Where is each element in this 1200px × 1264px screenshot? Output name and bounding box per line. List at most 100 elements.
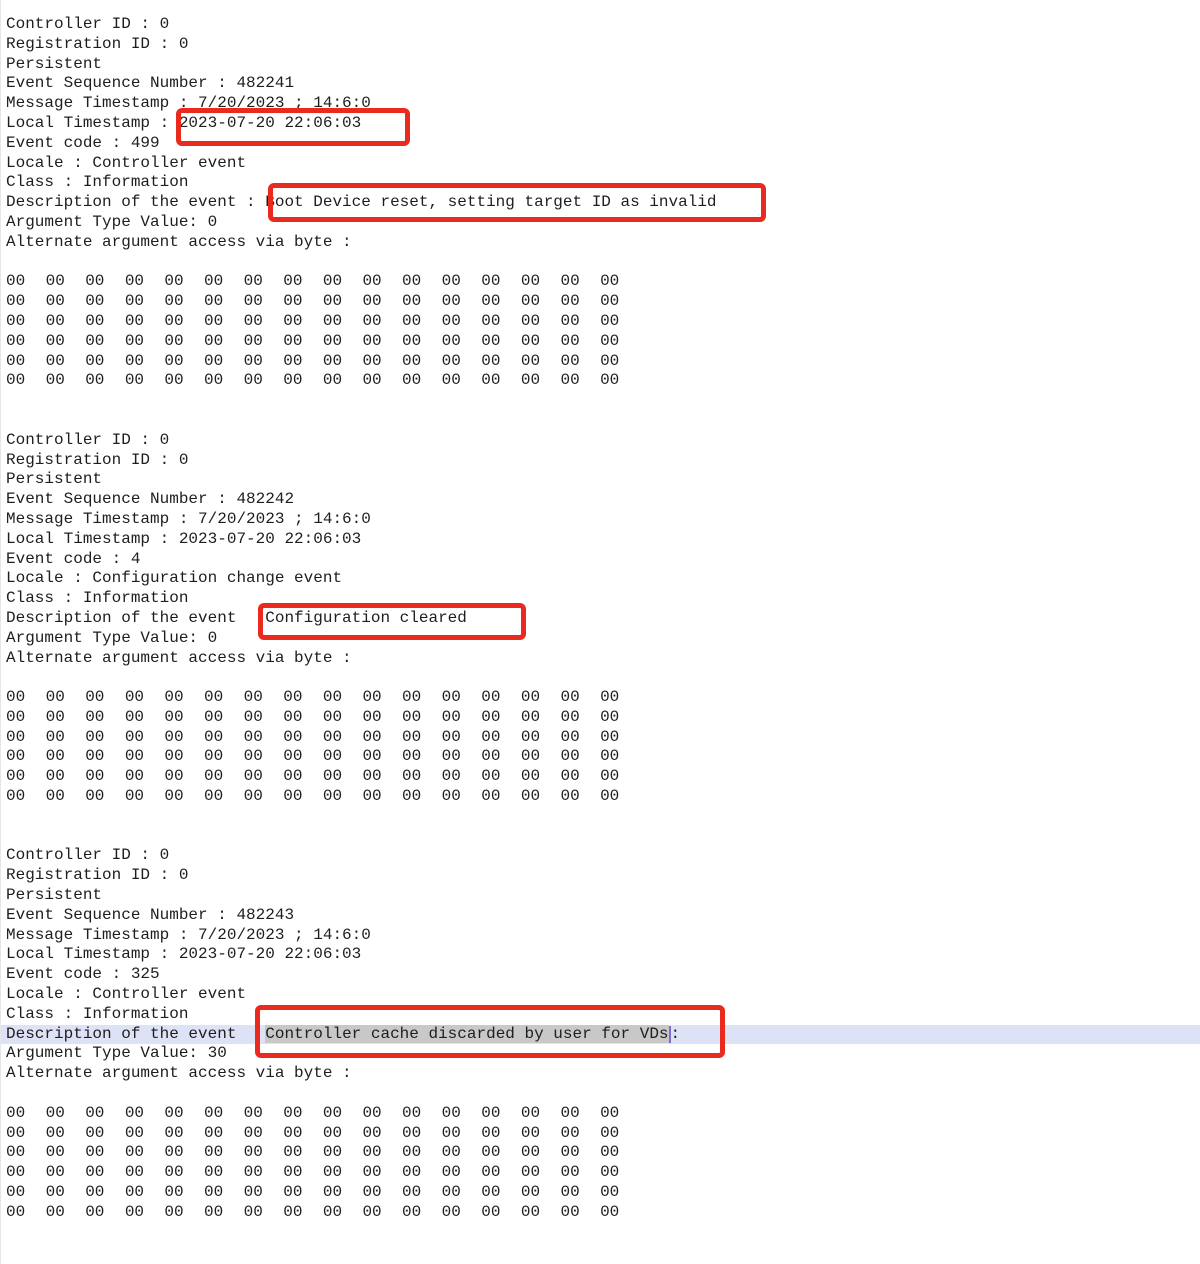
hex-dump-row: 00 00 00 00 00 00 00 00 00 00 00 00 00 0… xyxy=(0,272,1200,292)
log-line-description: Description of the event : Boot Device r… xyxy=(0,193,1200,213)
log-text: Registration ID : 0 xyxy=(6,451,188,469)
log-line-event-code: Event code : 4 xyxy=(0,550,1200,570)
log-text: Local Timestamp : 2023-07-20 22:06:03 xyxy=(6,530,361,548)
log-line-persistent: Persistent xyxy=(0,470,1200,490)
log-line-class: Class : Information xyxy=(0,589,1200,609)
log-line-alternate-argument-access: Alternate argument access via byte : xyxy=(0,1064,1200,1084)
log-text: Description of the event xyxy=(6,1025,265,1043)
pane-left-edge xyxy=(0,0,1,1264)
event-log-entry: Controller ID : 0 Registration ID : 0Pers… xyxy=(0,431,1200,807)
hex-dump-row: 00 00 00 00 00 00 00 00 00 00 00 00 00 0… xyxy=(0,728,1200,748)
hex-dump-row: 00 00 00 00 00 00 00 00 00 00 00 00 00 0… xyxy=(0,708,1200,728)
log-text: Message Timestamp : 7/20/2023 ; 14:6:0 xyxy=(6,926,371,944)
log-line-argument-type-value: Argument Type Value: 0 xyxy=(0,629,1200,649)
log-text: Event code : 499 xyxy=(6,134,160,152)
log-line-argument-type-value: Argument Type Value: 0 xyxy=(0,213,1200,233)
hex-dump-row: 00 00 00 00 00 00 00 00 00 00 00 00 00 0… xyxy=(0,1124,1200,1144)
log-line-locale: Locale : Configuration change event xyxy=(0,569,1200,589)
log-line-locale: Locale : Controller event xyxy=(0,985,1200,1005)
log-line-controller-id: Controller ID : 0 xyxy=(0,846,1200,866)
log-text: Event code : 4 xyxy=(6,550,140,568)
log-line-controller-id: Controller ID : 0 xyxy=(0,431,1200,451)
log-line-message-timestamp: Message Timestamp : 7/20/2023 ; 14:6:0 xyxy=(0,94,1200,114)
hex-dump-row: 00 00 00 00 00 00 00 00 00 00 00 00 00 0… xyxy=(0,312,1200,332)
log-text: Event Sequence Number : 482243 xyxy=(6,906,294,924)
log-text: Event Sequence Number : 482242 xyxy=(6,490,294,508)
log-text: Local Timestamp : 2023-07-20 22:06:03 xyxy=(6,945,361,963)
log-line-persistent: Persistent xyxy=(0,55,1200,75)
log-text: Locale : Controller event xyxy=(6,985,246,1003)
log-line-message-timestamp: Message Timestamp : 7/20/2023 ; 14:6:0 xyxy=(0,510,1200,530)
hex-dump-row: 00 00 00 00 00 00 00 00 00 00 00 00 00 0… xyxy=(0,1143,1200,1163)
log-text: Message Timestamp : 7/20/2023 ; 14:6:0 xyxy=(6,94,371,112)
log-line-local-timestamp: Local Timestamp : 2023-07-20 22:06:03 xyxy=(0,530,1200,550)
log-line-event-sequence-number: Event Sequence Number : 482243 xyxy=(0,906,1200,926)
log-line-locale: Locale : Controller event xyxy=(0,154,1200,174)
hex-dump: 00 00 00 00 00 00 00 00 00 00 00 00 00 0… xyxy=(0,1104,1200,1223)
log-text: Description of the event Configuration c… xyxy=(6,609,467,627)
log-text: Class : Information xyxy=(6,173,188,191)
log-text: Alternate argument access via byte : xyxy=(6,233,352,251)
hex-dump-row: 00 00 00 00 00 00 00 00 00 00 00 00 00 0… xyxy=(0,747,1200,767)
log-text: Argument Type Value: 30 xyxy=(6,1044,227,1062)
log-text: Controller ID : 0 xyxy=(6,15,169,33)
log-text: Local Timestamp : 2023-07-20 22:06:03 xyxy=(6,114,361,132)
hex-dump-row: 00 00 00 00 00 00 00 00 00 00 00 00 00 0… xyxy=(0,767,1200,787)
log-line-alternate-argument-access: Alternate argument access via byte : xyxy=(0,233,1200,253)
log-line-alternate-argument-access: Alternate argument access via byte : xyxy=(0,649,1200,669)
log-line-class: Class : Information xyxy=(0,1005,1200,1025)
log-text: Registration ID : 0 xyxy=(6,35,188,53)
hex-dump: 00 00 00 00 00 00 00 00 00 00 00 00 00 0… xyxy=(0,688,1200,807)
event-log-entry: Controller ID : 0 Registration ID : 0 Pers… xyxy=(0,15,1200,391)
log-text: Description of the event : Boot Device r… xyxy=(6,193,717,211)
log-text: Event Sequence Number : 482241 xyxy=(6,74,294,92)
log-text: Class : Information xyxy=(6,1005,188,1023)
hex-dump-row: 00 00 00 00 00 00 00 00 00 00 00 00 00 0… xyxy=(0,352,1200,372)
hex-dump-row: 00 00 00 00 00 00 00 00 00 00 00 00 00 0… xyxy=(0,1183,1200,1203)
hex-dump-row: 00 00 00 00 00 00 00 00 00 00 00 00 00 0… xyxy=(0,688,1200,708)
log-line-class: Class : Information xyxy=(0,173,1200,193)
log-line-event-code: Event code : 325 xyxy=(0,965,1200,985)
hex-dump: 00 00 00 00 00 00 00 00 00 00 00 00 00 0… xyxy=(0,272,1200,391)
hex-dump-row: 00 00 00 00 00 00 00 00 00 00 00 00 00 0… xyxy=(0,1104,1200,1124)
log-line-description: Description of the event Configuration c… xyxy=(0,609,1200,629)
log-line-message-timestamp: Message Timestamp : 7/20/2023 ; 14:6:0 xyxy=(0,926,1200,946)
log-line-registration-id: Registration ID : 0 xyxy=(0,866,1200,886)
log-line-local-timestamp: Local Timestamp : 2023-07-20 22:06:03 xyxy=(0,114,1200,134)
log-line-argument-type-value: Argument Type Value: 30 xyxy=(0,1044,1200,1064)
log-line-local-timestamp: Local Timestamp : 2023-07-20 22:06:03 xyxy=(0,945,1200,965)
event-log-content[interactable]: Controller ID : 0Registration ID : 0Pers… xyxy=(0,0,1200,1264)
log-text: Controller ID : 0 xyxy=(6,846,169,864)
log-line-event-sequence-number: Event Sequence Number : 482241 xyxy=(0,74,1200,94)
log-text: : xyxy=(671,1025,681,1043)
log-text: Alternate argument access via byte : xyxy=(6,649,352,667)
hex-dump-row: 00 00 00 00 00 00 00 00 00 00 00 00 00 0… xyxy=(0,371,1200,391)
log-line-description: Description of the event Controller cach… xyxy=(0,1025,1200,1045)
log-text: Locale : Controller event xyxy=(6,154,246,172)
hex-dump-row: 00 00 00 00 00 00 00 00 00 00 00 00 00 0… xyxy=(0,1203,1200,1223)
hex-dump-row: 00 00 00 00 00 00 00 00 00 00 00 00 00 0… xyxy=(0,332,1200,352)
log-line-event-code: Event code : 499 xyxy=(0,134,1200,154)
hex-dump-row: 00 00 00 00 00 00 00 00 00 00 00 00 00 0… xyxy=(0,787,1200,807)
log-text: Locale : Configuration change event xyxy=(6,569,342,587)
log-text: Registration ID : 0 xyxy=(6,866,188,884)
log-text: Event code : 325 xyxy=(6,965,160,983)
log-line-event-sequence-number: Event Sequence Number : 482242 xyxy=(0,490,1200,510)
log-line-registration-id: Registration ID : 0 xyxy=(0,35,1200,55)
log-line-registration-id: Registration ID : 0 xyxy=(0,451,1200,471)
log-text: Class : Information xyxy=(6,589,188,607)
log-line-controller-id: Controller ID : 0 xyxy=(0,15,1200,35)
log-text: Persistent xyxy=(6,55,102,73)
log-text: Message Timestamp : 7/20/2023 ; 14:6:0 xyxy=(6,510,371,528)
selected-text: Controller cache discarded by user for V… xyxy=(265,1025,668,1043)
log-text: Controller ID : 0 xyxy=(6,431,169,449)
log-text: Argument Type Value: 0 xyxy=(6,629,217,647)
log-text: Persistent xyxy=(6,470,102,488)
log-text: Alternate argument access via byte : xyxy=(6,1064,352,1082)
hex-dump-row: 00 00 00 00 00 00 00 00 00 00 00 00 00 0… xyxy=(0,1163,1200,1183)
event-log-entry: Controller ID : 0 Registration ID : 0 Pers… xyxy=(0,846,1200,1222)
log-line-persistent: Persistent xyxy=(0,886,1200,906)
hex-dump-row: 00 00 00 00 00 00 00 00 00 00 00 00 00 0… xyxy=(0,292,1200,312)
log-text: Argument Type Value: 0 xyxy=(6,213,217,231)
log-text: Persistent xyxy=(6,886,102,904)
